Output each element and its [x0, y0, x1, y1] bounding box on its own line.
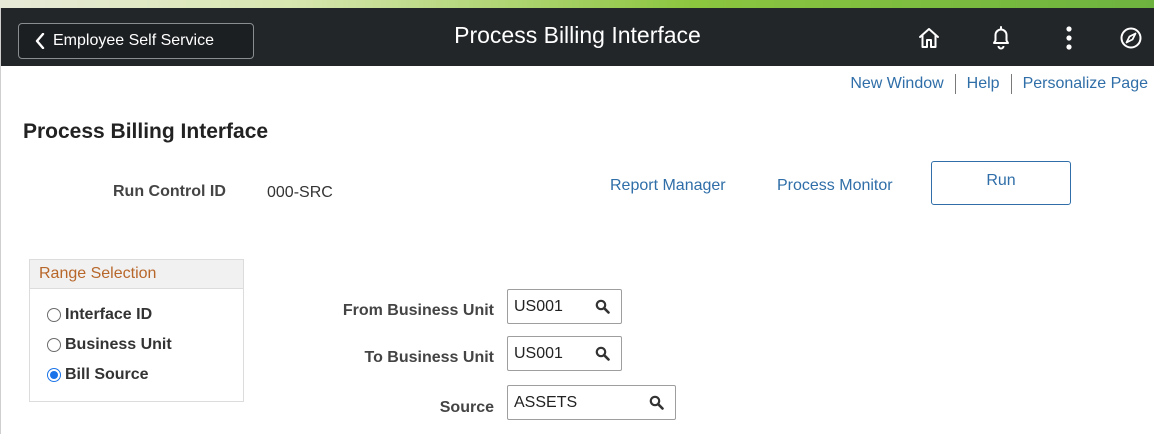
source-value: ASSETS	[514, 393, 578, 411]
compass-icon[interactable]	[1115, 22, 1147, 54]
to-business-unit-label: To Business Unit	[364, 349, 495, 366]
from-business-unit-input[interactable]: US001	[507, 289, 622, 324]
search-icon[interactable]	[595, 346, 610, 361]
source-label: Source	[439, 399, 494, 416]
radio-button-selected[interactable]	[47, 368, 61, 382]
from-business-unit-label: From Business Unit	[342, 302, 494, 319]
search-icon[interactable]	[649, 395, 664, 410]
header-bar: Employee Self Service Process Billing In…	[1, 8, 1154, 66]
back-button-label: Employee Self Service	[53, 32, 214, 49]
radio-button[interactable]	[47, 338, 61, 352]
chevron-left-icon	[27, 33, 53, 49]
more-vertical-icon[interactable]	[1053, 22, 1085, 54]
source-input[interactable]: ASSETS	[507, 385, 676, 420]
run-button[interactable]: Run	[931, 161, 1071, 205]
radio-button[interactable]	[47, 308, 61, 322]
from-business-unit-value: US001	[514, 297, 563, 315]
run-control-label: Run Control ID	[113, 183, 226, 200]
bell-icon[interactable]	[985, 22, 1017, 54]
page-title: Process Billing Interface	[23, 120, 269, 143]
separator	[1010, 74, 1012, 94]
radio-business-unit[interactable]: Business Unit	[47, 336, 172, 354]
back-button[interactable]: Employee Self Service	[18, 23, 254, 59]
process-monitor-link[interactable]: Process Monitor	[777, 177, 893, 195]
to-business-unit-value: US001	[514, 344, 563, 362]
radio-label: Business Unit	[65, 336, 172, 353]
to-business-unit-input[interactable]: US001	[507, 336, 622, 371]
run-control-value: 000-SRC	[267, 184, 333, 201]
report-manager-link[interactable]: Report Manager	[610, 177, 726, 195]
radio-label: Interface ID	[65, 306, 153, 323]
radio-label: Bill Source	[65, 366, 149, 383]
personalize-page-link[interactable]: Personalize Page	[1023, 75, 1148, 93]
range-selection-group: Range Selection Interface ID Business Un…	[29, 259, 244, 402]
separator	[954, 74, 956, 94]
new-window-link[interactable]: New Window	[850, 75, 943, 93]
range-selection-title: Range Selection	[30, 260, 243, 289]
page-left-border	[0, 8, 1, 434]
radio-interface-id[interactable]: Interface ID	[47, 306, 152, 324]
search-icon[interactable]	[595, 299, 610, 314]
help-link[interactable]: Help	[967, 75, 1000, 93]
utility-links: New Window Help Personalize Page	[850, 74, 1148, 94]
top-accent-bar	[0, 0, 1154, 8]
home-icon[interactable]	[913, 22, 945, 54]
radio-bill-source[interactable]: Bill Source	[47, 366, 149, 384]
